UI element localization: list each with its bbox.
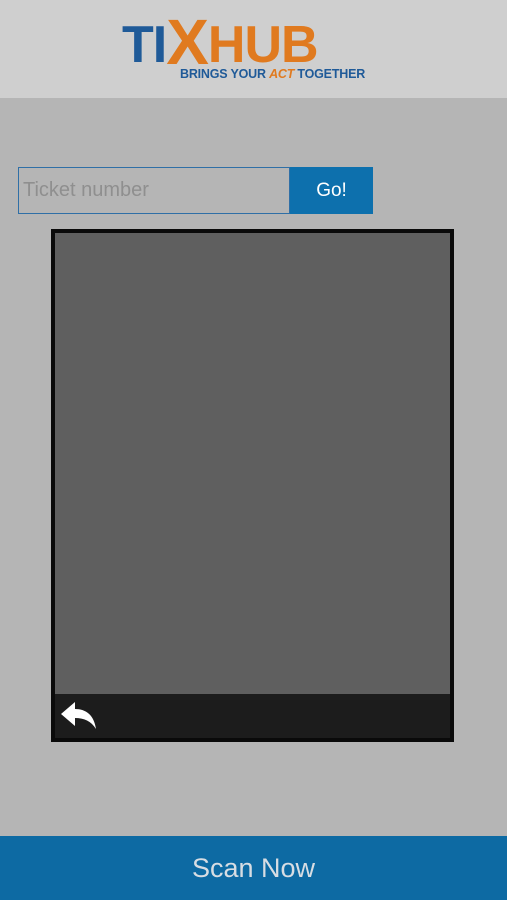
app-screen: TIXHUB BRINGS YOUR ACT TOGETHER Go! Scan… <box>0 0 507 900</box>
logo-tagline: BRINGS YOUR ACT TOGETHER <box>180 66 365 82</box>
logo-x: X <box>166 6 209 78</box>
scan-now-button[interactable]: Scan Now <box>0 836 507 900</box>
reply-arrow-icon <box>61 702 96 729</box>
logo-ti: TI <box>122 16 167 74</box>
go-button[interactable]: Go! <box>290 167 373 214</box>
back-button[interactable] <box>59 699 99 733</box>
app-header: TIXHUB BRINGS YOUR ACT TOGETHER <box>0 0 507 98</box>
camera-preview <box>55 233 450 694</box>
tagline-act: ACT <box>269 67 295 81</box>
tixhub-logo: TIXHUB BRINGS YOUR ACT TOGETHER <box>122 6 388 84</box>
tagline-start: BRINGS YOUR <box>180 67 270 81</box>
logo-wordmark: TIXHUB <box>122 6 319 78</box>
ticket-number-input[interactable] <box>18 167 290 214</box>
tagline-end: TOGETHER <box>294 67 366 81</box>
ticket-search-row: Go! <box>18 167 373 214</box>
scanner-frame <box>51 229 454 742</box>
camera-toolbar <box>55 694 450 738</box>
